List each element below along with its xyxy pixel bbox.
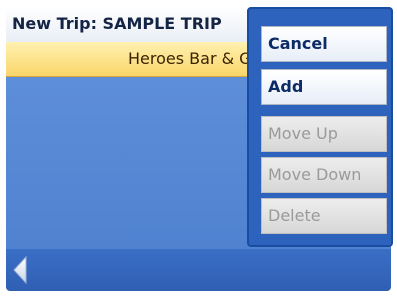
back-button[interactable] <box>8 254 34 286</box>
cancel-button[interactable]: Cancel <box>261 26 387 62</box>
app-screen: New Trip: SAMPLE TRIP Heroes Bar & Grill… <box>0 0 397 297</box>
move-down-button: Move Down <box>261 157 387 193</box>
move-up-button: Move Up <box>261 116 387 152</box>
bottom-nav-bar <box>6 249 391 291</box>
add-button[interactable]: Add <box>261 69 387 105</box>
delete-button: Delete <box>261 198 387 234</box>
left-arrow-icon <box>13 255 27 285</box>
page-title: New Trip: SAMPLE TRIP <box>12 14 222 33</box>
context-menu: Cancel Add Move Up Move Down Delete <box>247 7 393 247</box>
